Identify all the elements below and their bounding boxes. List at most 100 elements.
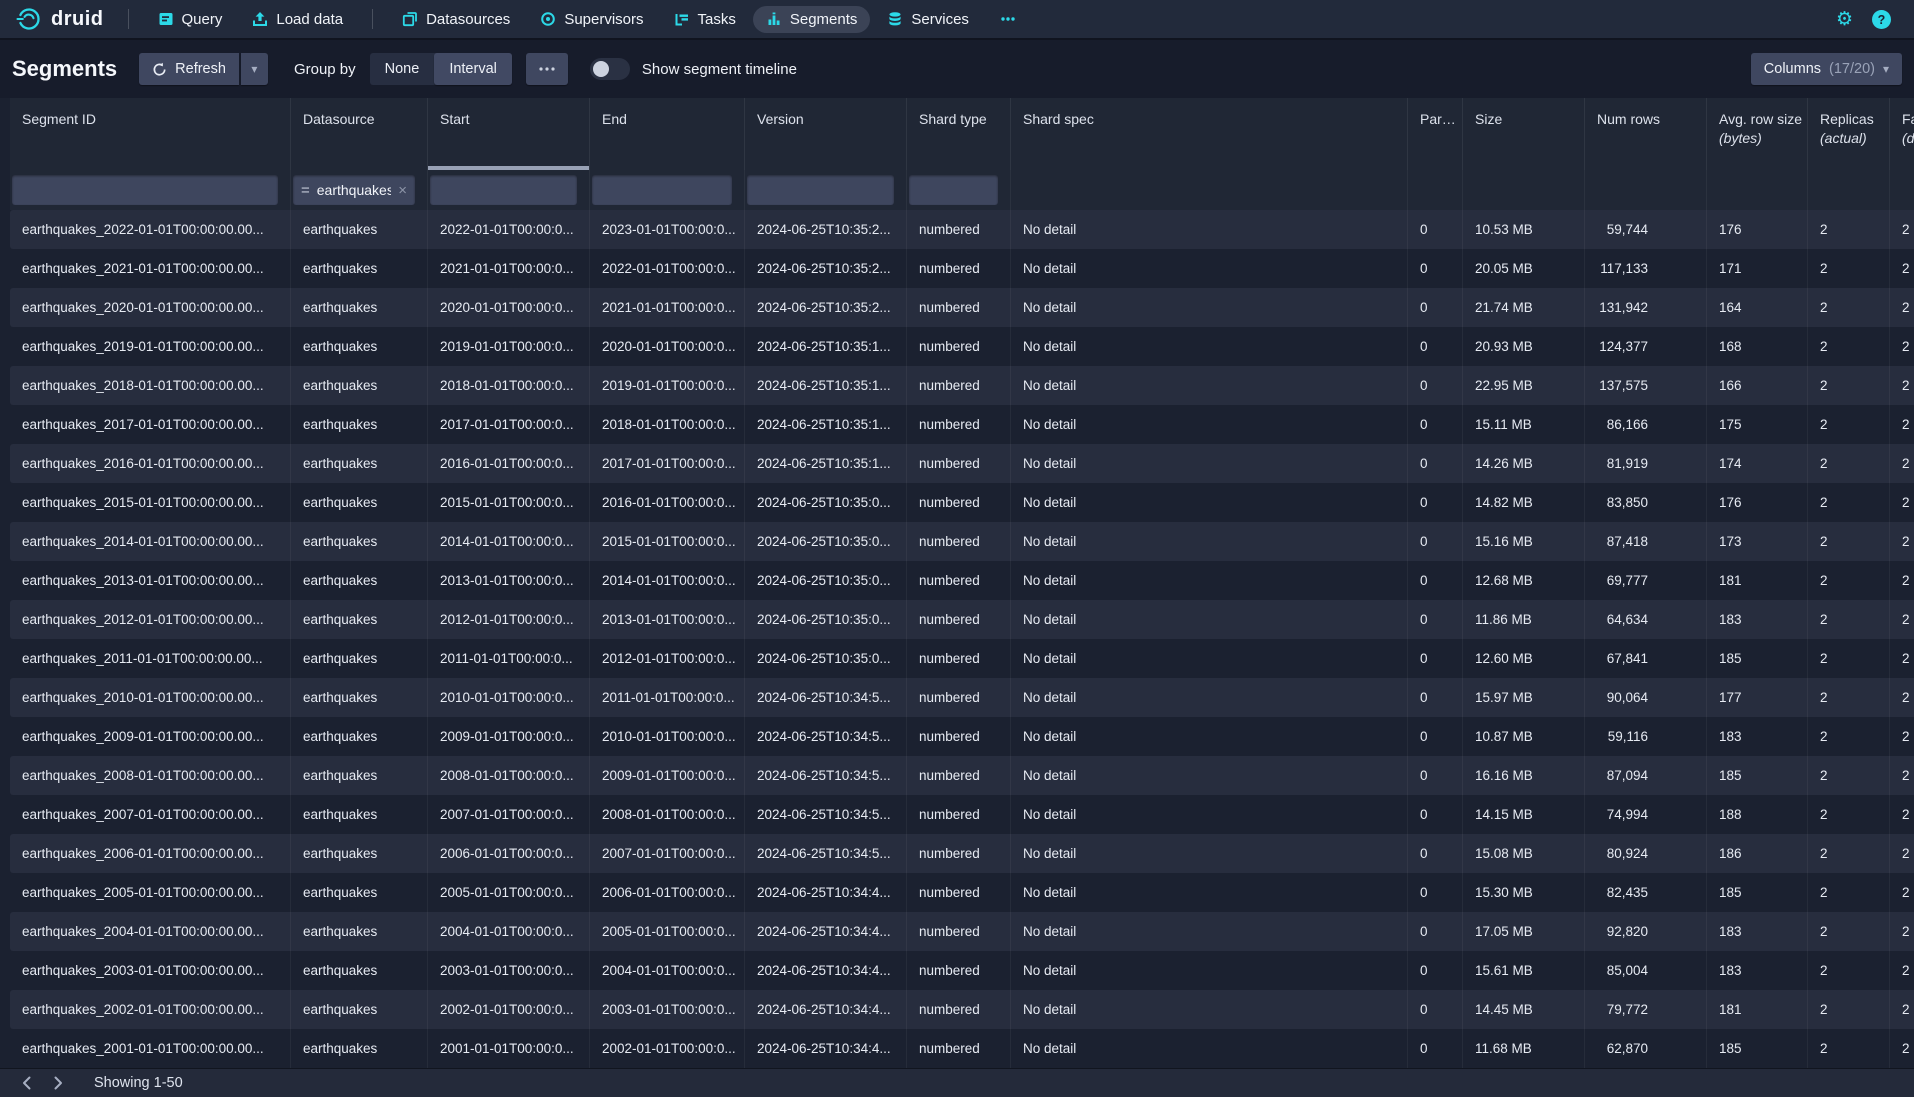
column-header-replicas[interactable]: Replicas(actual) (1808, 98, 1890, 170)
cell-datasource[interactable]: earthquakes (291, 522, 428, 561)
cell-factor[interactable]: 2 (1890, 951, 1914, 990)
cell-shard_type[interactable]: numbered (907, 405, 1011, 444)
cell-shard_type[interactable]: numbered (907, 834, 1011, 873)
cell-num_rows[interactable]: 87,418 (1585, 522, 1707, 561)
cell-num_rows[interactable]: 117,133 (1585, 249, 1707, 288)
cell-datasource[interactable]: earthquakes (291, 366, 428, 405)
column-header-datasource[interactable]: Datasource (291, 98, 428, 170)
cell-segment_id[interactable]: earthquakes_2022-01-01T00:00:00.00... (10, 210, 291, 249)
cell-num_rows[interactable]: 67,841 (1585, 639, 1707, 678)
cell-avg_row_size[interactable]: 175 (1707, 405, 1808, 444)
cell-size[interactable]: 15.11 MB (1463, 405, 1585, 444)
cell-segment_id[interactable]: earthquakes_2012-01-01T00:00:00.00... (10, 600, 291, 639)
cell-shard_spec[interactable]: No detail (1011, 795, 1408, 834)
cell-factor[interactable]: 2 (1890, 249, 1914, 288)
cell-datasource[interactable]: earthquakes (291, 912, 428, 951)
cell-end[interactable]: 2004-01-01T00:00:0... (590, 951, 745, 990)
cell-size[interactable]: 17.05 MB (1463, 912, 1585, 951)
cell-num_rows[interactable]: 131,942 (1585, 288, 1707, 327)
cell-avg_row_size[interactable]: 166 (1707, 366, 1808, 405)
cell-num_rows[interactable]: 137,575 (1585, 366, 1707, 405)
cell-factor[interactable]: 2 (1890, 873, 1914, 912)
cell-version[interactable]: 2024-06-25T10:35:0... (745, 522, 907, 561)
cell-version[interactable]: 2024-06-25T10:35:0... (745, 483, 907, 522)
cell-size[interactable]: 11.86 MB (1463, 600, 1585, 639)
nav-item-supervisors[interactable]: Supervisors (527, 6, 656, 33)
cell-size[interactable]: 12.60 MB (1463, 639, 1585, 678)
cell-replicas[interactable]: 2 (1808, 873, 1890, 912)
cell-size[interactable]: 10.53 MB (1463, 210, 1585, 249)
cell-start[interactable]: 2007-01-01T00:00:0... (428, 795, 590, 834)
cell-shard_type[interactable]: numbered (907, 483, 1011, 522)
nav-item-datasources[interactable]: Datasources (389, 6, 523, 33)
table-row[interactable]: earthquakes_2015-01-01T00:00:00.00...ear… (10, 483, 1914, 522)
cell-shard_type[interactable]: numbered (907, 522, 1011, 561)
cell-segment_id[interactable]: earthquakes_2020-01-01T00:00:00.00... (10, 288, 291, 327)
cell-shard_spec[interactable]: No detail (1011, 717, 1408, 756)
table-row[interactable]: earthquakes_2003-01-01T00:00:00.00...ear… (10, 951, 1914, 990)
cell-shard_type[interactable]: numbered (907, 210, 1011, 249)
cell-shard_spec[interactable]: No detail (1011, 561, 1408, 600)
cell-version[interactable]: 2024-06-25T10:35:0... (745, 561, 907, 600)
cell-num_rows[interactable]: 64,634 (1585, 600, 1707, 639)
nav-item-load-data[interactable]: Load data (239, 6, 356, 33)
cell-segment_id[interactable]: earthquakes_2002-01-01T00:00:00.00... (10, 990, 291, 1029)
cell-num_rows[interactable]: 124,377 (1585, 327, 1707, 366)
settings-gear-icon[interactable]: ⚙ (1836, 10, 1853, 29)
cell-segment_id[interactable]: earthquakes_2018-01-01T00:00:00.00... (10, 366, 291, 405)
cell-size[interactable]: 15.16 MB (1463, 522, 1585, 561)
table-row[interactable]: earthquakes_2004-01-01T00:00:00.00...ear… (10, 912, 1914, 951)
cell-datasource[interactable]: earthquakes (291, 210, 428, 249)
cell-datasource[interactable]: earthquakes (291, 288, 428, 327)
cell-partition[interactable]: 0 (1408, 561, 1463, 600)
nav-item-tasks[interactable]: Tasks (661, 6, 749, 33)
cell-end[interactable]: 2017-01-01T00:00:0... (590, 444, 745, 483)
cell-start[interactable]: 2004-01-01T00:00:0... (428, 912, 590, 951)
cell-segment_id[interactable]: earthquakes_2019-01-01T00:00:00.00... (10, 327, 291, 366)
cell-partition[interactable]: 0 (1408, 795, 1463, 834)
cell-replicas[interactable]: 2 (1808, 405, 1890, 444)
cell-datasource[interactable]: earthquakes (291, 951, 428, 990)
cell-shard_spec[interactable]: No detail (1011, 249, 1408, 288)
cell-segment_id[interactable]: earthquakes_2009-01-01T00:00:00.00... (10, 717, 291, 756)
table-row[interactable]: earthquakes_2016-01-01T00:00:00.00...ear… (10, 444, 1914, 483)
column-header-size[interactable]: Size (1463, 98, 1585, 170)
cell-datasource[interactable]: earthquakes (291, 561, 428, 600)
cell-replicas[interactable]: 2 (1808, 717, 1890, 756)
cell-avg_row_size[interactable]: 164 (1707, 288, 1808, 327)
table-row[interactable]: earthquakes_2002-01-01T00:00:00.00...ear… (10, 990, 1914, 1029)
cell-shard_spec[interactable]: No detail (1011, 288, 1408, 327)
cell-end[interactable]: 2019-01-01T00:00:0... (590, 366, 745, 405)
cell-start[interactable]: 2003-01-01T00:00:0... (428, 951, 590, 990)
cell-datasource[interactable]: earthquakes (291, 873, 428, 912)
cell-partition[interactable]: 0 (1408, 678, 1463, 717)
cell-start[interactable]: 2002-01-01T00:00:0... (428, 990, 590, 1029)
columns-button[interactable]: Columns (17/20) ▾ (1751, 53, 1902, 85)
cell-start[interactable]: 2012-01-01T00:00:0... (428, 600, 590, 639)
cell-end[interactable]: 2023-01-01T00:00:0... (590, 210, 745, 249)
cell-partition[interactable]: 0 (1408, 990, 1463, 1029)
cell-partition[interactable]: 0 (1408, 444, 1463, 483)
cell-avg_row_size[interactable]: 183 (1707, 600, 1808, 639)
cell-avg_row_size[interactable]: 185 (1707, 639, 1808, 678)
cell-version[interactable]: 2024-06-25T10:35:1... (745, 327, 907, 366)
cell-avg_row_size[interactable]: 176 (1707, 483, 1808, 522)
cell-end[interactable]: 2015-01-01T00:00:0... (590, 522, 745, 561)
refresh-dropdown-button[interactable]: ▾ (241, 53, 268, 85)
cell-factor[interactable]: 2 (1890, 288, 1914, 327)
cell-version[interactable]: 2024-06-25T10:35:0... (745, 600, 907, 639)
table-row[interactable]: earthquakes_2018-01-01T00:00:00.00...ear… (10, 366, 1914, 405)
cell-end[interactable]: 2002-01-01T00:00:0... (590, 1029, 745, 1068)
cell-factor[interactable]: 2 (1890, 522, 1914, 561)
cell-shard_spec[interactable]: No detail (1011, 990, 1408, 1029)
version-filter-input[interactable] (747, 175, 894, 205)
cell-shard_type[interactable]: numbered (907, 678, 1011, 717)
cell-size[interactable]: 11.68 MB (1463, 1029, 1585, 1068)
cell-replicas[interactable]: 2 (1808, 795, 1890, 834)
cell-shard_type[interactable]: numbered (907, 951, 1011, 990)
cell-num_rows[interactable]: 79,772 (1585, 990, 1707, 1029)
cell-replicas[interactable]: 2 (1808, 834, 1890, 873)
cell-end[interactable]: 2014-01-01T00:00:0... (590, 561, 745, 600)
cell-end[interactable]: 2022-01-01T00:00:0... (590, 249, 745, 288)
column-header-version[interactable]: Version (745, 98, 907, 170)
